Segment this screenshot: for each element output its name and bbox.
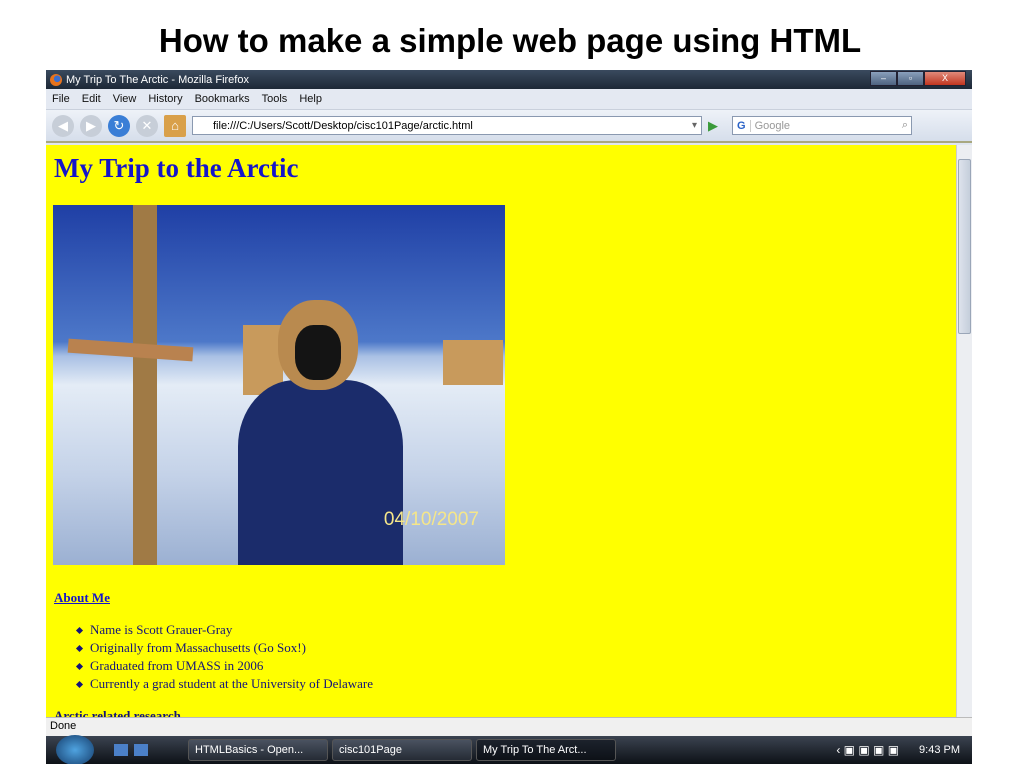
- taskbar-item-firefox[interactable]: My Trip To The Arct...: [476, 739, 616, 761]
- vertical-scrollbar[interactable]: [956, 145, 972, 717]
- system-tray-icons[interactable]: ‹ ▣ ▣ ▣ ▣: [836, 743, 899, 757]
- switch-windows-icon[interactable]: [134, 744, 148, 756]
- about-list: Name is Scott Grauer-Gray Originally fro…: [90, 622, 373, 694]
- slide-title: How to make a simple web page using HTML: [158, 22, 862, 59]
- magnifier-icon[interactable]: ⌕: [902, 119, 911, 132]
- search-input[interactable]: Google: [751, 120, 902, 132]
- taskbar-item-htmlbasics[interactable]: HTMLBasics - Open...: [188, 739, 328, 761]
- window-title: My Trip To The Arctic - Mozilla Firefox: [66, 73, 249, 86]
- photo-date-stamp: 04/10/2007: [383, 509, 479, 530]
- taskbar-item-folder[interactable]: cisc101Page: [332, 739, 472, 761]
- navigation-toolbar: ◀ ▶ ↻ ✕ ⌂ file:///C:/Users/Scott/Desktop…: [46, 110, 972, 143]
- menu-bookmarks[interactable]: Bookmarks: [195, 93, 250, 105]
- status-bar: Done: [46, 717, 972, 736]
- close-button[interactable]: X: [924, 71, 966, 86]
- stop-icon[interactable]: ✕: [136, 114, 158, 137]
- forward-icon[interactable]: ▶: [80, 114, 102, 137]
- list-item: Name is Scott Grauer-Gray: [90, 622, 373, 640]
- arctic-photo: 04/10/2007: [53, 205, 505, 565]
- url-bar[interactable]: file:///C:/Users/Scott/Desktop/cisc101Pa…: [192, 116, 702, 135]
- page-heading: My Trip to the Arctic: [54, 153, 299, 183]
- taskbar: HTMLBasics - Open... cisc101Page My Trip…: [46, 735, 972, 764]
- list-item: Originally from Massachusetts (Go Sox!): [90, 640, 373, 658]
- back-icon[interactable]: ◀: [52, 114, 74, 137]
- title-bar: My Trip To The Arctic - Mozilla Firefox …: [46, 70, 972, 89]
- list-item: Currently a grad student at the Universi…: [90, 676, 373, 694]
- start-button[interactable]: [56, 735, 94, 764]
- clock[interactable]: 9:43 PM: [919, 744, 960, 756]
- minimize-button[interactable]: –: [870, 71, 897, 86]
- browser-window: My Trip To The Arctic - Mozilla Firefox …: [46, 70, 972, 764]
- about-me-link[interactable]: About Me: [54, 590, 110, 606]
- search-box[interactable]: G Google ⌕: [732, 116, 912, 135]
- maximize-button[interactable]: ▫: [897, 71, 924, 86]
- research-heading: Arctic related research: [54, 708, 181, 717]
- menu-file[interactable]: File: [52, 93, 70, 105]
- menu-edit[interactable]: Edit: [82, 93, 101, 105]
- menu-help[interactable]: Help: [299, 93, 322, 105]
- menu-view[interactable]: View: [113, 93, 137, 105]
- page-content: My Trip to the Arctic 04/10/2007 About M…: [46, 145, 956, 717]
- search-engine-icon[interactable]: G: [733, 119, 751, 132]
- menu-bar: File Edit View History Bookmarks Tools H…: [46, 89, 972, 110]
- scrollbar-thumb[interactable]: [958, 159, 971, 334]
- reload-icon[interactable]: ↻: [108, 114, 130, 137]
- firefox-icon: [50, 73, 62, 86]
- menu-history[interactable]: History: [148, 93, 182, 105]
- list-item: Graduated from UMASS in 2006: [90, 658, 373, 676]
- menu-tools[interactable]: Tools: [262, 93, 288, 105]
- home-icon[interactable]: ⌂: [164, 114, 186, 137]
- show-desktop-icon[interactable]: [114, 744, 128, 756]
- go-icon[interactable]: ▶: [708, 118, 718, 134]
